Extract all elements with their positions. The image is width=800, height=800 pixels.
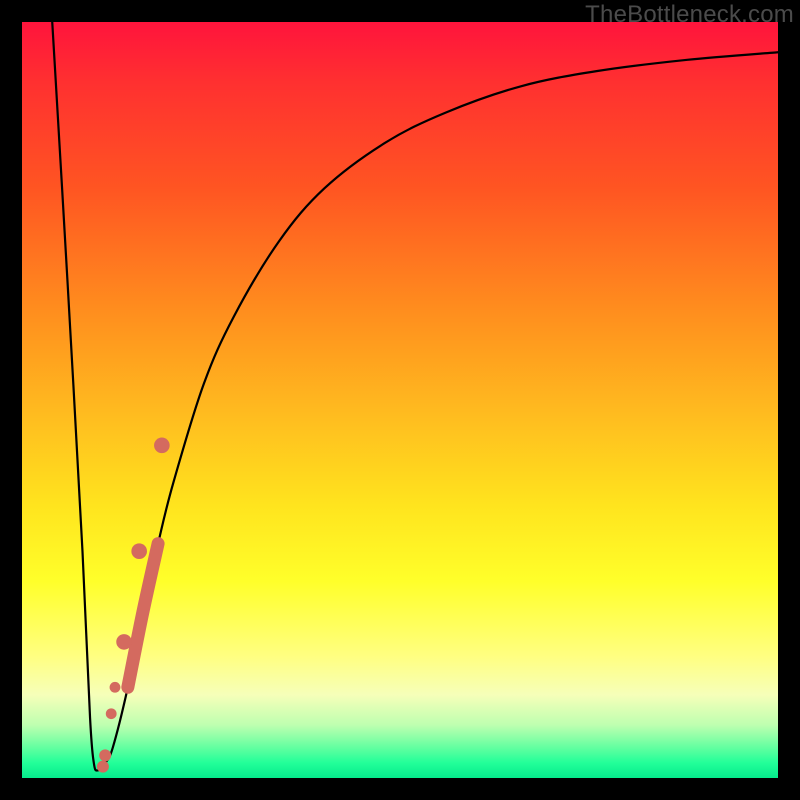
watermark-text: TheBottleneck.com: [585, 1, 794, 29]
baseline-dot-2: [97, 761, 109, 773]
frame: TheBottleneck.com: [0, 0, 800, 800]
highlight-segment: [128, 544, 158, 688]
chart-svg: [22, 22, 778, 778]
dot-lower: [106, 708, 117, 719]
markers-group: [97, 438, 170, 773]
baseline-dot-1: [99, 749, 111, 761]
thick-segment-top: [154, 438, 170, 454]
dot-upper: [110, 682, 121, 693]
plot-area: [22, 22, 778, 778]
bottleneck-curve: [52, 22, 778, 771]
thick-segment-mid: [131, 543, 147, 559]
thick-segment-bottom: [116, 634, 132, 650]
